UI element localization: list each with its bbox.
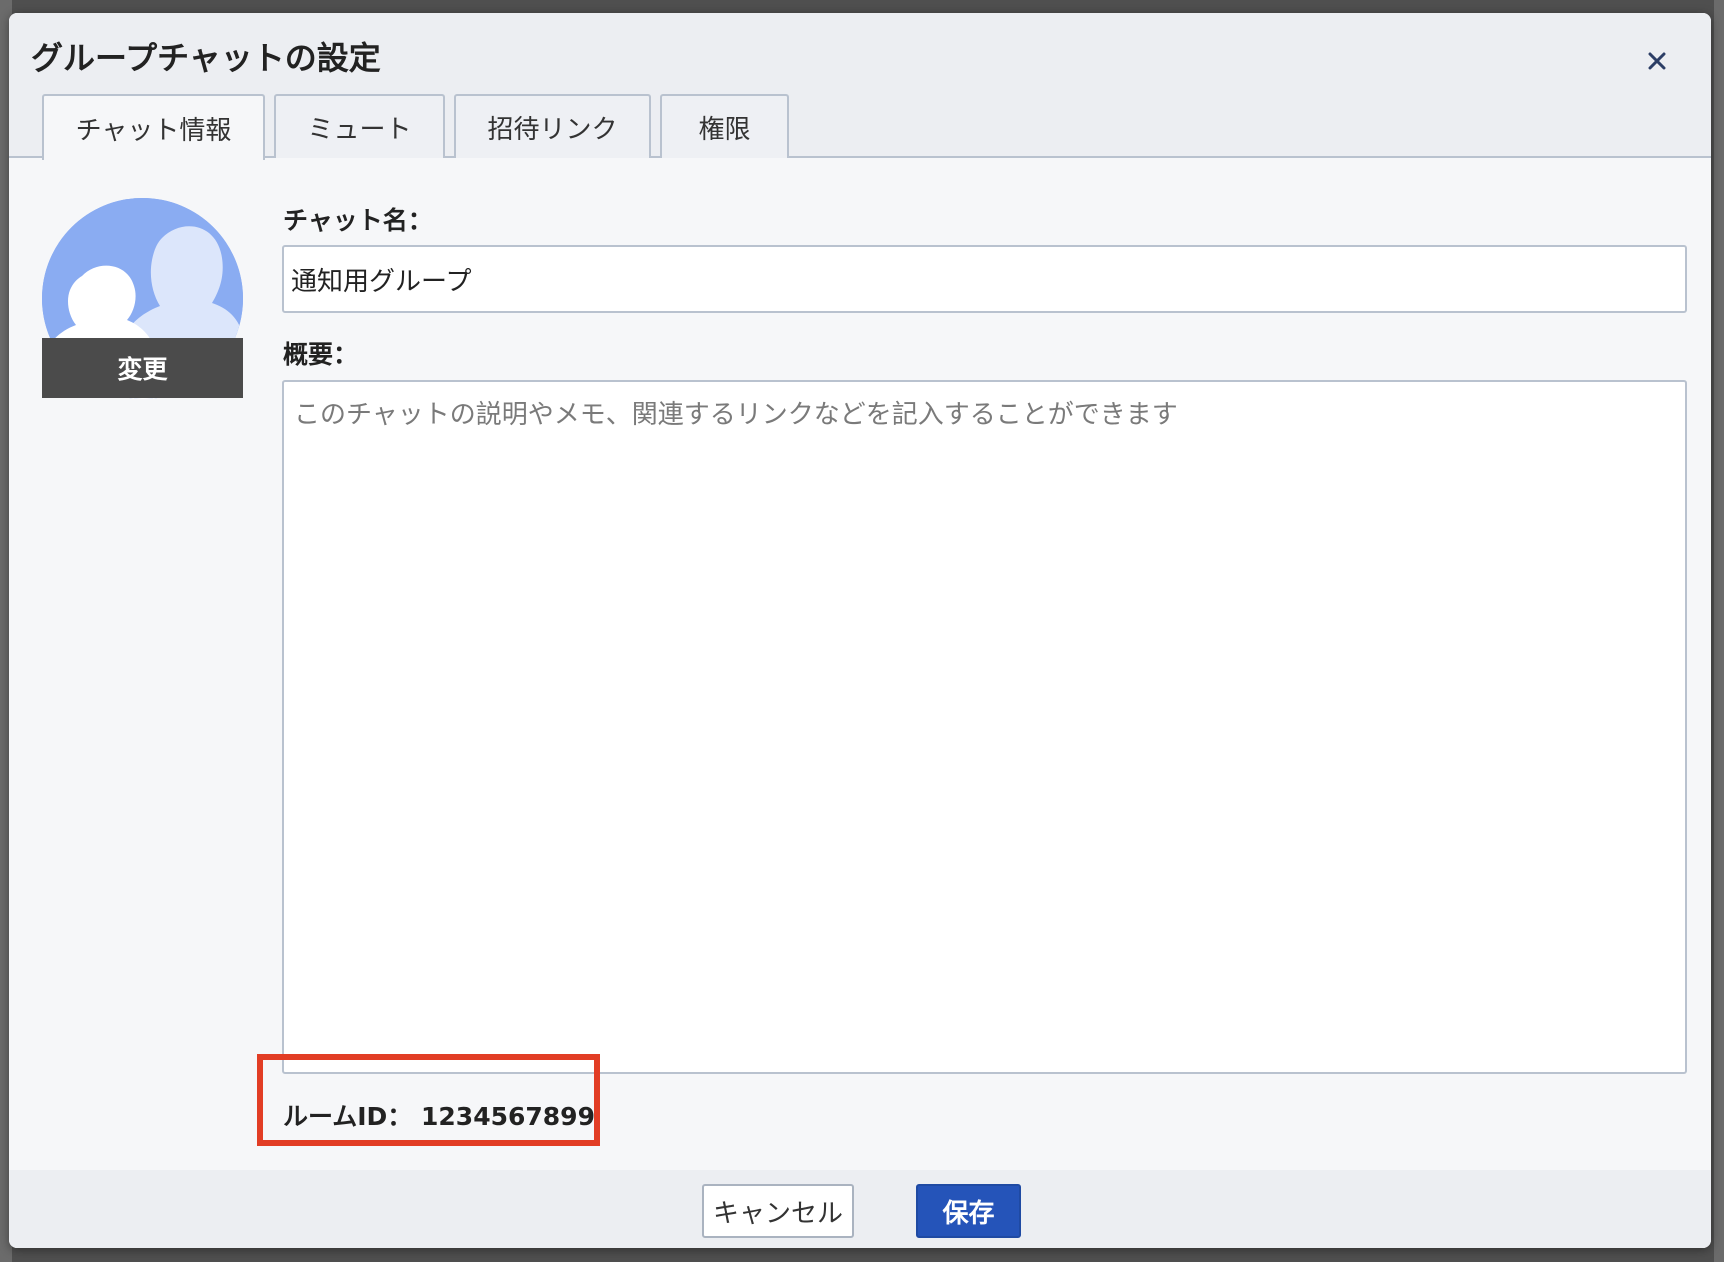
chat-name-label: チャット名： [283,206,433,235]
change-avatar-button[interactable]: 変更 [42,338,243,398]
chat-name-input[interactable]: 通知用グループ [282,245,1687,313]
save-button[interactable]: 保存 [916,1184,1021,1238]
tab-invite-link[interactable]: 招待リンク [454,94,651,158]
tab-mute[interactable]: ミュート [274,94,445,158]
background-page-strip-right [1714,0,1724,1262]
dialog-footer [9,1170,1711,1248]
tab-bar: チャット情報 ミュート 招待リンク 権限 [42,94,798,160]
cancel-button[interactable]: キャンセル [702,1184,854,1238]
close-button[interactable] [1643,47,1671,75]
summary-textarea[interactable]: このチャットの説明やメモ、関連するリンクなどを記入することができます [282,380,1687,1074]
dialog-title: グループチャットの設定 [31,39,381,77]
tab-permissions[interactable]: 権限 [660,94,789,158]
summary-label: 概要： [283,340,359,369]
tab-chat-info[interactable]: チャット情報 [42,94,265,160]
room-id: ルームID： 1234567899 [283,1102,595,1131]
close-icon [1648,52,1666,70]
group-chat-settings-dialog: グループチャットの設定 チャット情報 ミュート 招待リンク 権限 変更 チャット… [9,13,1711,1248]
